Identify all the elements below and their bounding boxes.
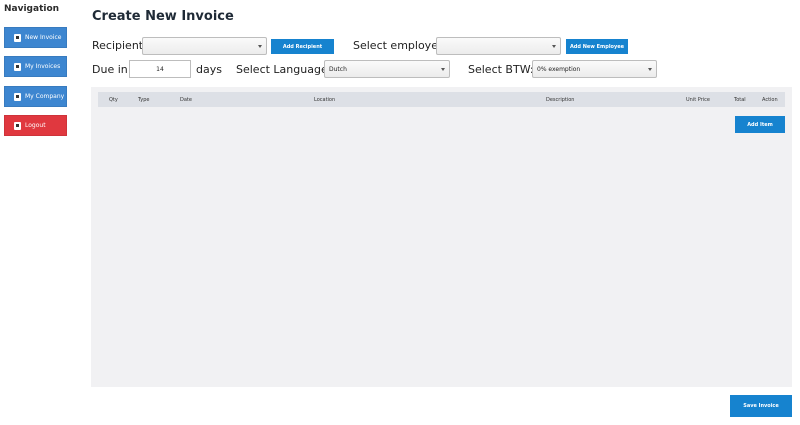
save-invoice-button[interactable]: Save Invoice bbox=[730, 395, 792, 417]
column-header-total: Total bbox=[734, 97, 746, 103]
nav-label: My Company bbox=[25, 93, 65, 100]
language-value: Dutch bbox=[329, 65, 347, 73]
column-header-description: Description bbox=[546, 97, 575, 103]
chevron-down-icon bbox=[258, 45, 262, 48]
column-header-location: Location bbox=[314, 97, 336, 103]
nav-logout[interactable]: Logout bbox=[4, 115, 67, 136]
add-employee-button[interactable]: Add New Employee bbox=[566, 39, 628, 54]
column-header-action: Action bbox=[762, 97, 778, 103]
logout-icon bbox=[14, 121, 21, 130]
user-icon bbox=[14, 33, 21, 42]
page-title: Create New Invoice bbox=[92, 9, 234, 24]
nav-new-invoice[interactable]: New Invoice bbox=[4, 27, 67, 48]
nav-label: New Invoice bbox=[25, 34, 62, 41]
recipient-select[interactable] bbox=[142, 37, 267, 55]
btw-value: 0% exemption bbox=[537, 65, 581, 73]
column-header-date: Date bbox=[180, 97, 192, 103]
navigation-title: Navigation bbox=[4, 4, 60, 14]
nav-my-company[interactable]: My Company bbox=[4, 86, 67, 107]
recipient-label: Recipient: bbox=[92, 39, 147, 52]
due-days-input[interactable] bbox=[129, 60, 191, 78]
nav-my-invoices[interactable]: My Invoices bbox=[4, 56, 67, 77]
invoice-icon bbox=[14, 62, 21, 71]
add-item-button[interactable]: Add Item bbox=[735, 116, 785, 133]
language-select[interactable]: Dutch bbox=[324, 60, 450, 78]
company-icon bbox=[14, 92, 21, 101]
nav-label: Logout bbox=[25, 122, 46, 129]
btw-select[interactable]: 0% exemption bbox=[532, 60, 657, 78]
employee-select[interactable] bbox=[436, 37, 561, 55]
due-label: Due in: bbox=[92, 63, 132, 76]
days-label: days bbox=[196, 63, 222, 76]
column-header-unit-price: Unit Price bbox=[686, 97, 710, 103]
column-header-qty: Qty bbox=[109, 97, 118, 103]
invoice-items-table: Qty Type Date Location Description Unit … bbox=[91, 87, 792, 387]
chevron-down-icon bbox=[441, 68, 445, 71]
btw-label: Select BTW: bbox=[468, 63, 534, 76]
nav-label: My Invoices bbox=[25, 63, 61, 70]
add-recipient-button[interactable]: Add Recipient bbox=[271, 39, 334, 54]
language-label: Select Language: bbox=[236, 63, 332, 76]
column-header-type: Type bbox=[138, 97, 150, 103]
employee-label: Select employee: bbox=[353, 39, 449, 52]
chevron-down-icon bbox=[552, 45, 556, 48]
table-header: Qty Type Date Location Description Unit … bbox=[98, 92, 785, 107]
chevron-down-icon bbox=[648, 68, 652, 71]
